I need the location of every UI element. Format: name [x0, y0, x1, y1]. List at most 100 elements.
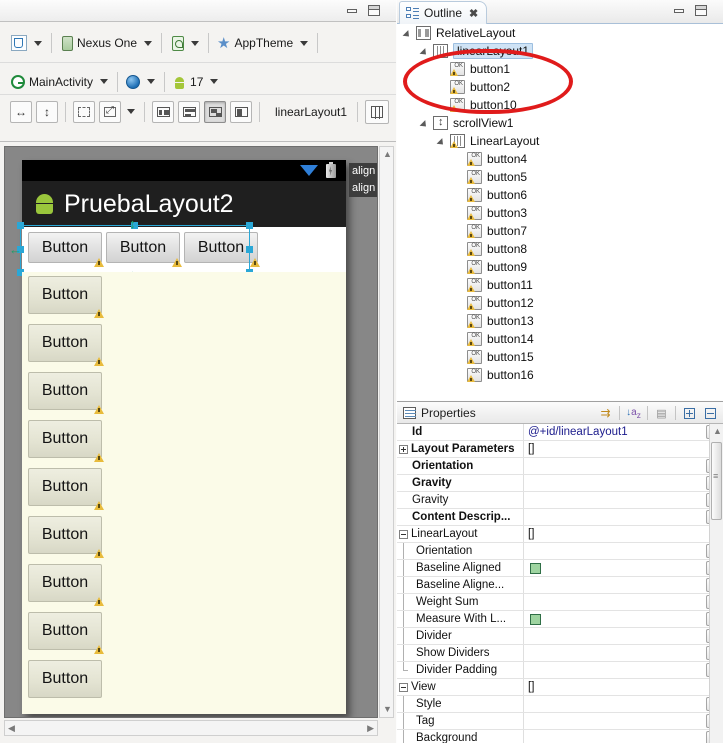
- activity-caret-icon[interactable]: [100, 79, 109, 84]
- distribute-horizontal-icon[interactable]: [152, 100, 174, 123]
- outline-tree-item[interactable]: linearLayout1: [397, 42, 723, 60]
- property-value-cell[interactable]: []: [524, 441, 723, 457]
- theme-caret-icon[interactable]: [300, 40, 309, 46]
- preview-button12[interactable]: Button: [28, 660, 102, 698]
- property-row[interactable]: Baseline Aligned…: [397, 560, 723, 577]
- collapse-icon[interactable]: [399, 529, 408, 539]
- zoom-fit-icon[interactable]: [99, 100, 121, 123]
- api-level-selector[interactable]: 17: [170, 70, 206, 94]
- preview-button3[interactable]: Button: [28, 420, 102, 458]
- outline-tree-item[interactable]: button5: [397, 168, 723, 186]
- orientation-selector[interactable]: [167, 31, 187, 55]
- show-advanced-icon[interactable]: ⇉: [596, 404, 615, 422]
- preview-button4[interactable]: Button: [28, 276, 102, 314]
- properties-table[interactable]: Id@+id/linearLayout1…Layout Parameters[]…: [397, 424, 723, 743]
- property-value-cell[interactable]: …: [524, 713, 723, 729]
- outline-tree-item[interactable]: button2: [397, 78, 723, 96]
- property-value-cell[interactable]: …: [524, 543, 723, 559]
- property-row[interactable]: Id @+id/linearLayout1…: [397, 424, 723, 441]
- scrollbar-thumb[interactable]: [711, 442, 722, 520]
- property-row[interactable]: Gravity…: [397, 475, 723, 492]
- align-left-anchor-icon[interactable]: ←: [9, 243, 22, 256]
- property-row[interactable]: Background…: [397, 730, 723, 743]
- outline-tree-item[interactable]: button12: [397, 294, 723, 312]
- property-value-cell[interactable]: @+id/linearLayout1…: [524, 424, 723, 440]
- property-row[interactable]: Divider…: [397, 628, 723, 645]
- outline-mode-icon[interactable]: [73, 100, 95, 123]
- scroll-left-icon[interactable]: ◀: [8, 724, 15, 733]
- outline-tree[interactable]: RelativeLayout linearLayout1 button1 button…: [397, 24, 723, 400]
- outline-tree-item[interactable]: LinearLayout: [397, 132, 723, 150]
- outline-tree-item[interactable]: button15: [397, 348, 723, 366]
- design-canvas[interactable]: PruebaLayout2 Button Button Button ↕ ← B…: [4, 146, 378, 718]
- property-checkbox[interactable]: [530, 562, 541, 574]
- outline-tree-item[interactable]: button8: [397, 240, 723, 258]
- properties-vertical-scrollbar[interactable]: ▲: [709, 424, 723, 743]
- config-caret-icon[interactable]: [34, 40, 42, 46]
- preview-button6[interactable]: Button: [28, 372, 102, 410]
- extract-style-icon[interactable]: [230, 100, 252, 123]
- collapse-icon[interactable]: [399, 682, 408, 692]
- outline-tree-item[interactable]: button11: [397, 276, 723, 294]
- outline-tree-item[interactable]: button16: [397, 366, 723, 384]
- activity-selector[interactable]: MainActivity: [8, 70, 96, 94]
- property-value-cell[interactable]: …: [524, 662, 723, 678]
- canvas-vertical-scrollbar[interactable]: ▲ ▼: [379, 146, 394, 718]
- property-row[interactable]: Tag…: [397, 713, 723, 730]
- property-value-cell[interactable]: …: [524, 645, 723, 661]
- property-value-cell[interactable]: …: [524, 730, 723, 743]
- locale-caret-icon[interactable]: [147, 79, 156, 84]
- property-row[interactable]: LinearLayout []: [397, 526, 723, 543]
- align-top-anchor-icon[interactable]: ↕: [126, 217, 139, 230]
- preview-button8[interactable]: Button: [28, 516, 102, 554]
- outline-tree-item[interactable]: button1: [397, 60, 723, 78]
- expander-icon[interactable]: [437, 136, 448, 147]
- property-row[interactable]: Measure With L...…: [397, 611, 723, 628]
- property-row[interactable]: Gravity…: [397, 492, 723, 509]
- outline-tree-item[interactable]: RelativeLayout: [397, 24, 723, 42]
- tab-properties[interactable]: Properties: [397, 406, 476, 420]
- property-value-cell[interactable]: …: [524, 577, 723, 593]
- scrollview1-preview[interactable]: Button Button Button Button Button Butto…: [22, 272, 346, 714]
- outline-tree-item[interactable]: button7: [397, 222, 723, 240]
- canvas-horizontal-scrollbar[interactable]: ◀ ▶: [4, 720, 378, 736]
- property-value-cell[interactable]: …: [524, 594, 723, 610]
- outline-tree-item[interactable]: button13: [397, 312, 723, 330]
- minimize-icon[interactable]: [345, 4, 360, 17]
- resize-handle-e[interactable]: [246, 246, 253, 253]
- outline-tree-item[interactable]: button14: [397, 330, 723, 348]
- outline-tree-item[interactable]: scrollView1: [397, 114, 723, 132]
- property-value-cell[interactable]: …: [524, 475, 723, 491]
- expander-icon[interactable]: [420, 46, 431, 57]
- device-screen-preview[interactable]: PruebaLayout2 Button Button Button ↕ ← B…: [9, 160, 346, 714]
- property-row[interactable]: Weight Sum…: [397, 594, 723, 611]
- expander-icon[interactable]: [403, 28, 414, 39]
- property-value-cell[interactable]: []: [524, 679, 723, 695]
- expander-icon[interactable]: [420, 118, 431, 129]
- tab-outline[interactable]: Outline ✖: [399, 1, 488, 24]
- preview-button5[interactable]: Button: [28, 324, 102, 362]
- outline-tree-item[interactable]: button10: [397, 96, 723, 114]
- locale-selector[interactable]: [123, 70, 143, 94]
- configuration-chooser-button[interactable]: [8, 31, 30, 55]
- restore-default-icon[interactable]: ▤: [652, 404, 671, 422]
- device-caret-icon[interactable]: [144, 40, 153, 46]
- property-checkbox[interactable]: [530, 613, 541, 625]
- change-layout-icon[interactable]: [204, 100, 226, 123]
- property-row[interactable]: Baseline Aligne...…: [397, 577, 723, 594]
- maximize-icon[interactable]: [367, 4, 382, 17]
- sort-alphabetically-icon[interactable]: ↓az: [624, 404, 643, 422]
- property-row[interactable]: Content Descrip...…: [397, 509, 723, 526]
- outline-tree-item[interactable]: button9: [397, 258, 723, 276]
- expand-all-icon[interactable]: [680, 404, 699, 422]
- preview-button11[interactable]: Button: [28, 612, 102, 650]
- fit-height-icon[interactable]: ↕: [36, 100, 58, 123]
- property-row[interactable]: Style…: [397, 696, 723, 713]
- preview-button9[interactable]: Button: [28, 564, 102, 602]
- fit-width-icon[interactable]: ↔: [10, 100, 32, 123]
- property-row[interactable]: Orientation…: [397, 543, 723, 560]
- property-value-cell[interactable]: …: [524, 560, 723, 576]
- property-value-cell[interactable]: …: [524, 458, 723, 474]
- property-row[interactable]: View []: [397, 679, 723, 696]
- outline-tree-item[interactable]: button3: [397, 204, 723, 222]
